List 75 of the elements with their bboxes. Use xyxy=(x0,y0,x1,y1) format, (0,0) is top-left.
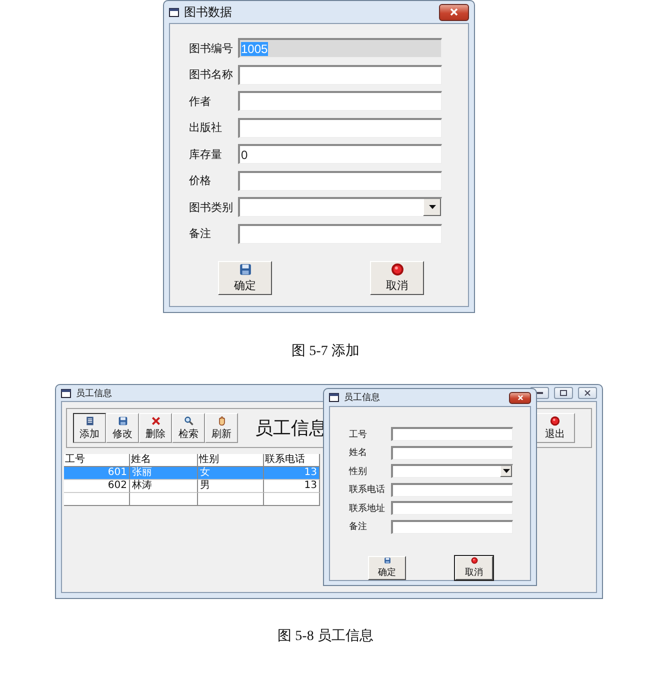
dropdown-arrow-icon xyxy=(502,469,510,473)
text-field[interactable] xyxy=(238,170,442,190)
dropdown-field[interactable] xyxy=(391,464,513,478)
field-label: 图书名称 xyxy=(189,67,234,82)
field-label: 联系地址 xyxy=(349,502,386,514)
table-cell: 林涛 xyxy=(130,480,198,493)
text-field[interactable]: 0 xyxy=(238,144,442,164)
close-button[interactable] xyxy=(509,392,531,404)
column-header[interactable]: 姓名 xyxy=(130,454,198,467)
column-header[interactable]: 工号 xyxy=(64,454,130,467)
field-label: 性别 xyxy=(349,466,368,478)
document-icon xyxy=(84,416,94,426)
field-label: 作者 xyxy=(189,94,212,108)
stop-icon xyxy=(470,556,478,564)
table-cell: 13 xyxy=(264,480,320,493)
text-field[interactable] xyxy=(238,64,442,84)
figure-caption: 图 5-7 添加 xyxy=(292,342,360,360)
field-label: 工号 xyxy=(349,428,368,440)
close-button[interactable] xyxy=(578,387,597,399)
close-icon xyxy=(584,390,591,396)
table-cell: 601 xyxy=(64,467,130,480)
table-cell: 13 xyxy=(264,467,320,480)
window-icon xyxy=(61,388,71,398)
window-title: 员工信息 xyxy=(76,388,112,400)
field-label: 出版社 xyxy=(189,120,223,135)
table-cell: 张丽 xyxy=(130,467,198,480)
window-icon xyxy=(329,393,339,402)
minimize-icon xyxy=(536,392,543,394)
window-icon xyxy=(169,8,179,16)
toolbar-button[interactable]: 添加 xyxy=(73,413,106,443)
field-label: 联系电话 xyxy=(349,484,386,496)
dropdown-arrow-icon xyxy=(428,205,436,209)
ok-button[interactable]: 确定 xyxy=(368,556,406,580)
field-label: 备注 xyxy=(189,226,212,241)
close-icon xyxy=(449,8,459,16)
cross-icon xyxy=(150,416,160,426)
maximize-icon xyxy=(560,390,567,396)
toolbar-button[interactable]: 检索 xyxy=(172,413,205,443)
window-title: 员工信息 xyxy=(344,392,380,404)
magnifier-icon xyxy=(184,416,194,426)
figure-caption: 图 5-8 员工信息 xyxy=(278,628,374,645)
text-field[interactable] xyxy=(391,482,513,496)
close-button[interactable] xyxy=(439,4,469,20)
field-label: 姓名 xyxy=(349,446,368,459)
exit-button[interactable]: 退出 xyxy=(535,413,575,443)
maximize-button[interactable] xyxy=(554,387,573,399)
stop-icon xyxy=(550,416,560,426)
toolbar-button[interactable]: 删除 xyxy=(139,413,172,443)
dropdown-field[interactable] xyxy=(238,197,442,217)
table-cell: 女 xyxy=(198,467,264,480)
text-field[interactable] xyxy=(238,118,442,138)
text-field[interactable] xyxy=(238,91,442,111)
text-field[interactable] xyxy=(238,224,442,244)
table-cell: 男 xyxy=(198,480,264,493)
text-field[interactable] xyxy=(391,427,513,441)
field-label: 图书类别 xyxy=(189,200,234,214)
text-field[interactable] xyxy=(391,501,513,515)
field-label: 库存量 xyxy=(189,146,223,162)
cancel-button[interactable]: 取消 xyxy=(370,260,424,294)
field-label: 价格 xyxy=(189,173,212,188)
column-header[interactable]: 性别 xyxy=(198,454,264,467)
hand-icon xyxy=(216,416,226,426)
field-label: 图书编号 xyxy=(189,40,234,56)
stop-icon xyxy=(390,262,404,276)
table-cell: 602 xyxy=(64,480,130,493)
text-field[interactable] xyxy=(391,520,513,534)
toolbar-button[interactable]: 修改 xyxy=(106,413,139,443)
window-title: 图书数据 xyxy=(184,4,232,20)
column-header[interactable]: 联系电话 xyxy=(264,454,320,467)
cancel-button[interactable]: 取消 xyxy=(455,556,493,580)
ok-button[interactable]: 确定 xyxy=(218,260,272,294)
field-label: 备注 xyxy=(349,520,368,533)
text-field[interactable] xyxy=(391,446,513,460)
close-icon xyxy=(516,394,524,400)
toolbar-button[interactable]: 刷新 xyxy=(205,413,238,443)
